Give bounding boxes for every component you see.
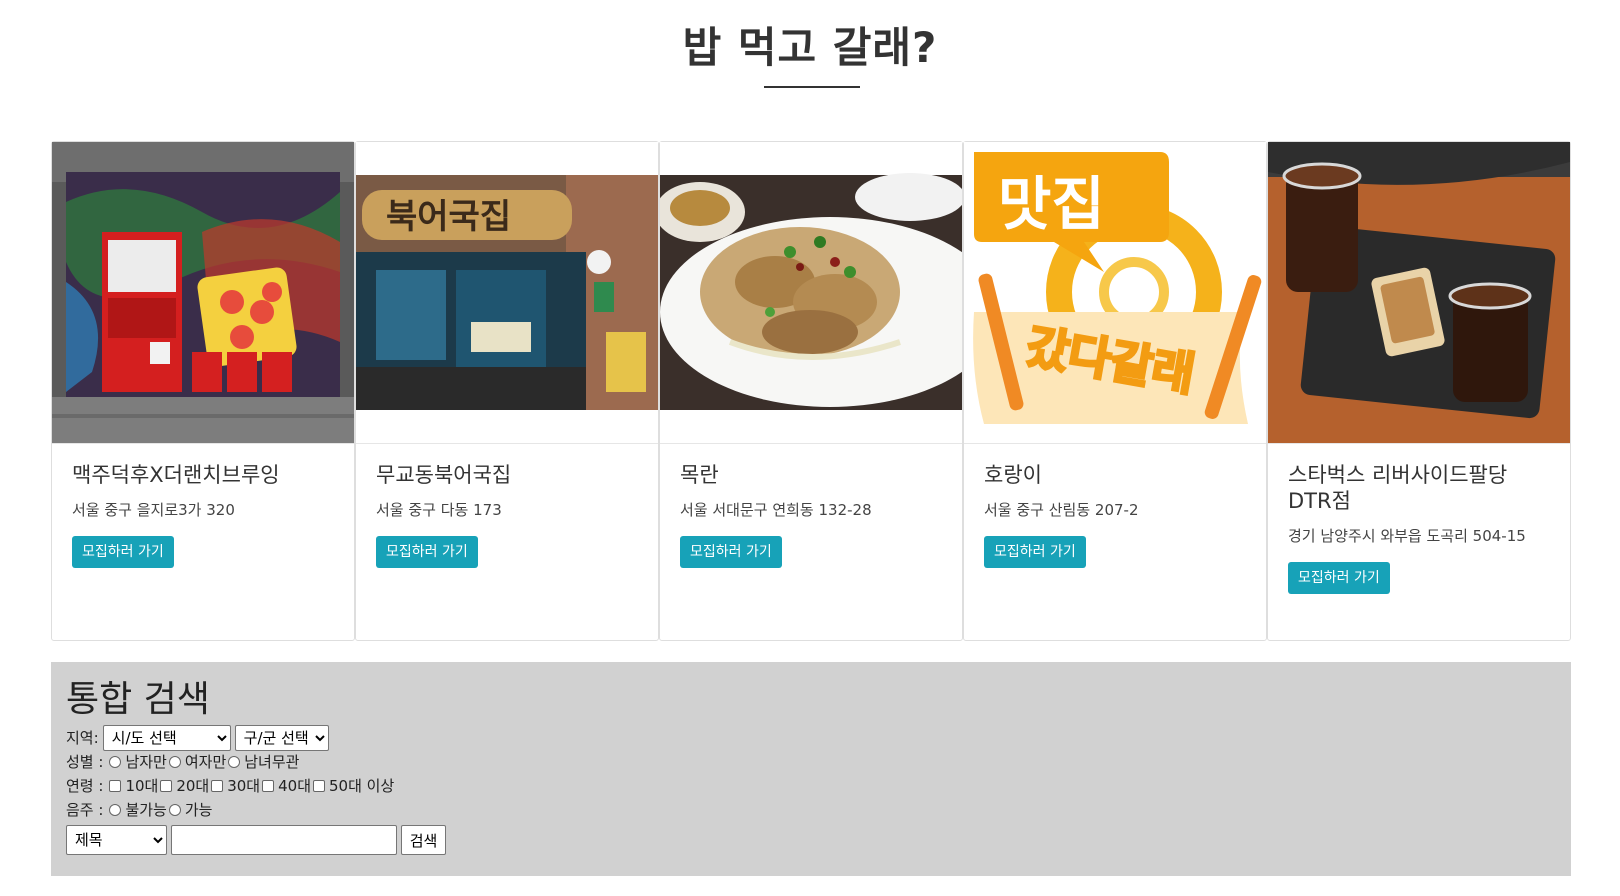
gender-row: 성별 : 남자만 여자만 남녀무관 bbox=[66, 750, 1556, 774]
gender-option-label: 남자만 bbox=[125, 753, 167, 771]
drink-option[interactable]: 가능 bbox=[167, 798, 213, 822]
age-option-label: 50대 이상 bbox=[329, 777, 395, 795]
age-option[interactable]: 20대 bbox=[158, 774, 209, 798]
recruit-button[interactable]: 모집하러 가기 bbox=[1288, 562, 1390, 594]
restaurant-address: 경기 남양주시 와부읍 도곡리 504-15 bbox=[1288, 527, 1526, 545]
drink-label: 음주 : bbox=[66, 801, 104, 819]
age-option-label: 20대 bbox=[176, 777, 210, 795]
restaurant-card: 맥주덕후X더랜치브루잉 서울 중구 을지로3가 320 모집하러 가기 bbox=[51, 141, 355, 641]
restaurant-card: 스타벅스 리버사이드팔당DTR점 경기 남양주시 와부읍 도곡리 504-15 … bbox=[1267, 141, 1571, 641]
gender-option[interactable]: 남녀무관 bbox=[226, 750, 299, 774]
restaurant-card: 목란 서울 서대문구 연희동 132-28 모집하러 가기 bbox=[659, 141, 963, 641]
restaurant-name: 목란 bbox=[680, 463, 719, 487]
search-input[interactable] bbox=[171, 825, 397, 855]
checkbox[interactable] bbox=[109, 780, 122, 792]
gender-option-label: 여자만 bbox=[184, 753, 227, 771]
age-option[interactable]: 10대 bbox=[107, 774, 158, 798]
gender-option[interactable]: 남자만 bbox=[107, 750, 167, 774]
keyword-row: 제목 검색 bbox=[66, 824, 1556, 856]
drink-option-label: 가능 bbox=[184, 801, 213, 819]
radio-button[interactable] bbox=[168, 756, 181, 768]
restaurant-name: 스타벅스 리버사이드팔당DTR점 bbox=[1288, 463, 1508, 513]
region-row: 지역: 시/도 선택 구/군 선택 bbox=[66, 725, 1556, 751]
recruit-button[interactable]: 모집하러 가기 bbox=[984, 536, 1086, 568]
age-option-label: 30대 bbox=[227, 777, 261, 795]
search-title: 통합 검색 bbox=[66, 679, 210, 720]
gender-label: 성별 : bbox=[66, 753, 104, 771]
title-divider bbox=[764, 86, 860, 88]
radio-button[interactable] bbox=[109, 756, 122, 768]
restaurant-card: 북어국집 무교동북어국집 서울 중구 다동 173 모집하러 가기 bbox=[355, 141, 659, 641]
checkbox[interactable] bbox=[160, 780, 173, 792]
search-button[interactable]: 검색 bbox=[401, 825, 446, 855]
age-option[interactable]: 30대 bbox=[209, 774, 260, 798]
restaurant-card-list: 맥주덕후X더랜치브루잉 서울 중구 을지로3가 320 모집하러 가기 북어국집 bbox=[51, 141, 1571, 641]
drink-option-label: 불가능 bbox=[125, 801, 167, 819]
restaurant-address: 서울 중구 다동 173 bbox=[376, 501, 502, 519]
restaurant-card: 맛집 갔다갈래 호랑이 서울 중구 산림동 207-2 모집하러 가기 bbox=[963, 141, 1267, 641]
region-label: 지역: bbox=[66, 729, 99, 747]
checkbox[interactable] bbox=[262, 780, 275, 792]
restaurant-name: 맥주덕후X더랜치브루잉 bbox=[72, 463, 280, 487]
recruit-button[interactable]: 모집하러 가기 bbox=[680, 536, 782, 568]
radio-button[interactable] bbox=[168, 804, 181, 816]
restaurant-address: 서울 서대문구 연희동 132-28 bbox=[680, 501, 872, 519]
fried-dish-image bbox=[660, 142, 962, 444]
drink-option[interactable]: 불가능 bbox=[107, 798, 167, 822]
age-label: 연령 : bbox=[66, 777, 104, 795]
age-row: 연령 : 10대 20대 30대 40대 50대 이상 bbox=[66, 774, 1556, 798]
age-option-label: 10대 bbox=[125, 777, 159, 795]
gender-option[interactable]: 여자만 bbox=[167, 750, 226, 774]
page-title: 밥 먹고 갈래? bbox=[682, 23, 938, 72]
age-option[interactable]: 50대 이상 bbox=[311, 774, 394, 798]
restaurant-signboard-image: 북어국집 bbox=[356, 142, 658, 444]
radio-button[interactable] bbox=[228, 756, 241, 768]
age-option[interactable]: 40대 bbox=[260, 774, 311, 798]
gugun-select[interactable]: 구/군 선택 bbox=[234, 725, 329, 751]
restaurant-name: 호랑이 bbox=[984, 463, 1042, 487]
restaurant-address: 서울 중구 산림동 207-2 bbox=[984, 501, 1139, 519]
checkbox[interactable] bbox=[211, 780, 224, 792]
recruit-button[interactable]: 모집하러 가기 bbox=[376, 536, 478, 568]
recruit-button[interactable]: 모집하러 가기 bbox=[72, 536, 174, 568]
gender-option-label: 남녀무관 bbox=[244, 753, 300, 771]
integrated-search-panel: 통합 검색 지역: 시/도 선택 구/군 선택 성별 : 남자만 여자만 남녀무… bbox=[51, 662, 1571, 876]
age-option-label: 40대 bbox=[278, 777, 311, 795]
graffiti-storefront-image bbox=[52, 142, 354, 444]
svg-text:북어국집: 북어국집 bbox=[386, 197, 511, 237]
search-field-select[interactable]: 제목 bbox=[66, 825, 167, 855]
sido-select[interactable]: 시/도 선택 bbox=[102, 725, 231, 751]
iced-coffee-tray-image bbox=[1268, 142, 1570, 444]
checkbox[interactable] bbox=[313, 780, 325, 792]
drink-row: 음주 : 불가능 가능 bbox=[66, 798, 1556, 822]
radio-button[interactable] bbox=[109, 804, 122, 816]
restaurant-address: 서울 중구 을지로3가 320 bbox=[72, 501, 235, 519]
matjip-logo-image: 맛집 갔다갈래 bbox=[964, 142, 1266, 444]
logo-top-text: 맛집 bbox=[998, 170, 1105, 238]
restaurant-name: 무교동북어국집 bbox=[376, 463, 512, 487]
